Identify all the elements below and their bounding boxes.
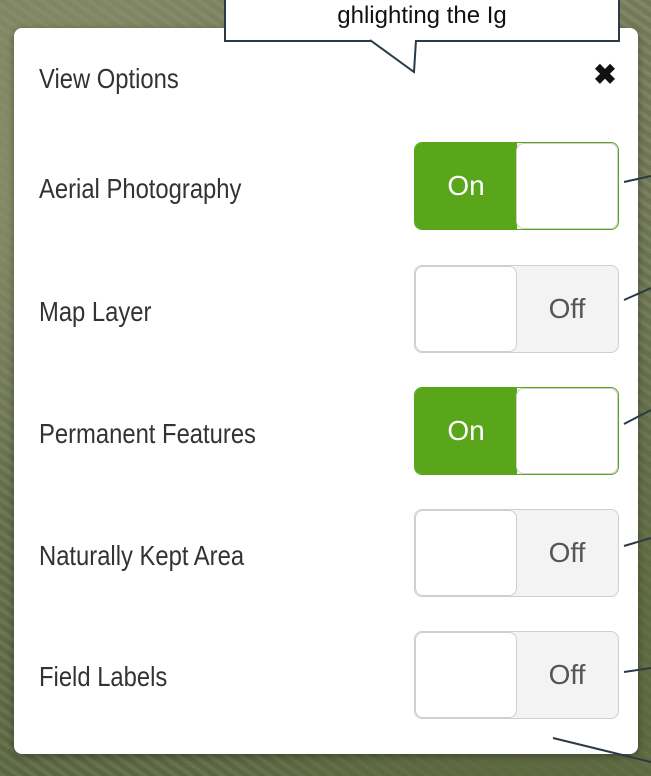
toggle-permanent-features[interactable]: On (414, 387, 619, 475)
toggle-naturally-kept-area[interactable]: Off (414, 509, 619, 597)
toggle-state-text: On (415, 388, 517, 474)
panel-title: View Options (39, 63, 179, 94)
toggle-state-text: On (415, 143, 517, 229)
toggle-knob (415, 510, 517, 596)
view-options-panel: View Options ✖ Aerial Photography On Map… (14, 28, 638, 754)
annotation-callout: ghlighting the Ig (224, 0, 620, 42)
toggle-map-layer[interactable]: Off (414, 265, 619, 353)
option-label-aerial-photography: Aerial Photography (39, 173, 242, 204)
option-label-permanent-features: Permanent Features (39, 418, 256, 449)
toggle-state-text: Off (548, 293, 586, 324)
toggle-state-text: Off (548, 537, 586, 568)
callout-text: ghlighting the Ig (337, 2, 507, 29)
option-label-naturally-kept-area: Naturally Kept Area (39, 540, 245, 571)
close-icon[interactable]: ✖ (590, 60, 620, 90)
toggle-knob (415, 266, 517, 352)
toggle-field-labels[interactable]: Off (414, 631, 619, 719)
toggle-state-text: Off (548, 659, 586, 690)
option-label-field-labels: Field Labels (39, 661, 168, 692)
toggle-knob (415, 632, 517, 718)
toggle-knob (516, 143, 618, 229)
toggle-knob (516, 388, 618, 474)
callout-tail (370, 39, 417, 74)
option-label-map-layer: Map Layer (39, 296, 152, 327)
toggle-aerial-photography[interactable]: On (414, 142, 619, 230)
